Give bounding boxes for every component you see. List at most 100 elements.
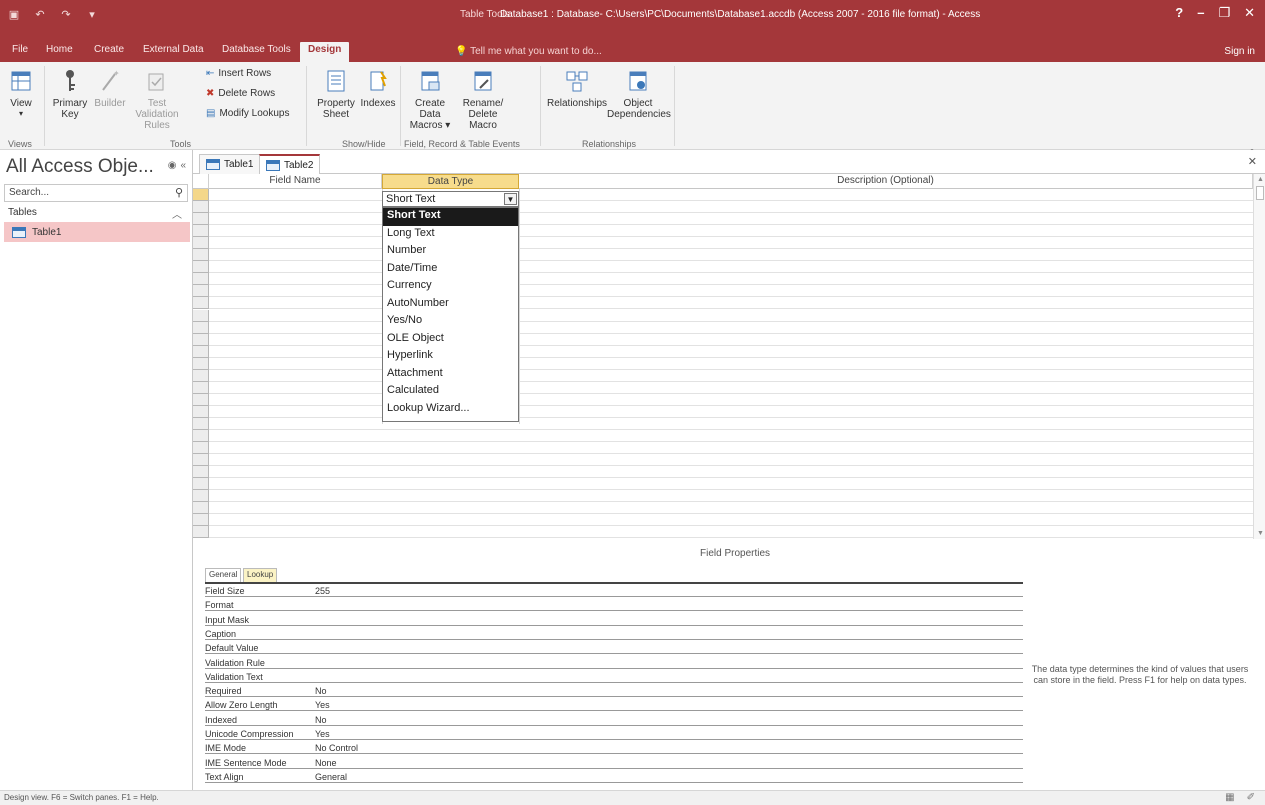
- grid-row[interactable]: [193, 405, 1253, 418]
- data-type-option[interactable]: Calculated: [383, 383, 518, 401]
- tab-design[interactable]: Design: [300, 42, 350, 62]
- row-selector[interactable]: [193, 381, 209, 394]
- field-property-value[interactable]: No: [315, 686, 327, 696]
- rename-delete-macro-button[interactable]: Rename/ Delete Macro: [456, 68, 510, 131]
- field-property-row[interactable]: Caption: [205, 629, 1023, 640]
- row-selector[interactable]: [193, 321, 209, 334]
- data-type-option[interactable]: Hyperlink: [383, 348, 518, 366]
- row-selector[interactable]: [193, 490, 209, 503]
- row-selector[interactable]: [193, 369, 209, 382]
- design-view-icon[interactable]: ✐: [1247, 792, 1255, 803]
- scroll-thumb[interactable]: [1256, 186, 1264, 200]
- scroll-up-icon[interactable]: ▲: [1257, 176, 1264, 183]
- grid-row[interactable]: [193, 466, 1253, 479]
- row-selector[interactable]: [193, 285, 209, 298]
- row-selector[interactable]: [193, 514, 209, 527]
- redo-icon[interactable]: ↷: [58, 6, 74, 22]
- grid-vertical-scrollbar[interactable]: ▲ ▼: [1253, 174, 1265, 539]
- row-selector[interactable]: [193, 442, 209, 455]
- grid-row[interactable]: [193, 225, 1253, 238]
- data-type-option[interactable]: Currency: [383, 278, 518, 296]
- grid-row[interactable]: [193, 333, 1253, 346]
- field-property-row[interactable]: Indexed No: [205, 715, 1023, 726]
- grid-row[interactable]: [193, 381, 1253, 394]
- minimize-button[interactable]: –: [1197, 5, 1204, 21]
- search-icon[interactable]: ⚲: [175, 186, 183, 199]
- customize-qat-icon[interactable]: ▾: [84, 6, 100, 22]
- grid-row[interactable]: [193, 201, 1253, 214]
- grid-row[interactable]: [193, 261, 1253, 274]
- doc-tab-table2[interactable]: Table2: [259, 154, 321, 174]
- row-selector[interactable]: [193, 357, 209, 370]
- field-property-row[interactable]: Field Size 255: [205, 586, 1023, 597]
- data-type-option[interactable]: Yes/No: [383, 313, 518, 331]
- grid-row[interactable]: [193, 189, 1253, 201]
- dropdown-arrow-icon[interactable]: ▼: [504, 193, 517, 205]
- data-type-option[interactable]: Long Text: [383, 226, 518, 244]
- modify-lookups-button[interactable]: ▤ Modify Lookups: [206, 108, 290, 119]
- tab-lookup[interactable]: Lookup: [243, 568, 278, 582]
- data-type-option[interactable]: OLE Object: [383, 331, 518, 349]
- data-type-option[interactable]: AutoNumber: [383, 296, 518, 314]
- insert-rows-button[interactable]: ⇤ Insert Rows: [206, 68, 271, 79]
- data-type-option[interactable]: Date/Time: [383, 261, 518, 279]
- builder-button[interactable]: ✦ Builder: [92, 68, 128, 109]
- tell-me-box[interactable]: 💡 Tell me what you want to do...: [455, 46, 602, 57]
- relationships-button[interactable]: Relationships: [547, 68, 607, 109]
- row-selector[interactable]: [193, 405, 209, 418]
- restore-button[interactable]: ❐: [1218, 5, 1230, 21]
- grid-row[interactable]: [193, 249, 1253, 262]
- row-selector[interactable]: [193, 225, 209, 238]
- close-button[interactable]: ✕: [1244, 5, 1255, 21]
- tab-create[interactable]: Create: [94, 42, 124, 62]
- tab-database-tools[interactable]: Database Tools: [222, 42, 291, 62]
- row-selector[interactable]: [193, 213, 209, 226]
- save-icon[interactable]: ▣: [6, 6, 22, 22]
- nav-search-input[interactable]: Search... ⚲: [4, 184, 188, 202]
- field-property-value[interactable]: Yes: [315, 729, 330, 739]
- datasheet-view-icon[interactable]: ▦: [1225, 792, 1234, 803]
- row-selector[interactable]: [193, 478, 209, 491]
- field-property-row[interactable]: Default Value: [205, 643, 1023, 655]
- scroll-down-icon[interactable]: ▼: [1257, 530, 1264, 537]
- indexes-button[interactable]: Indexes: [360, 68, 396, 109]
- nav-group-tables[interactable]: Tables ︿: [4, 205, 188, 221]
- grid-row[interactable]: [193, 273, 1253, 286]
- sign-in-link[interactable]: Sign in: [1224, 46, 1255, 57]
- shutter-bar-icon[interactable]: «: [180, 160, 186, 171]
- tab-home[interactable]: Home: [46, 42, 73, 62]
- row-selector[interactable]: [193, 189, 209, 201]
- row-selector[interactable]: [193, 454, 209, 467]
- field-property-row[interactable]: Required No: [205, 686, 1023, 698]
- undo-icon[interactable]: ↶: [32, 6, 48, 22]
- field-property-row[interactable]: Format: [205, 600, 1023, 612]
- grid-row[interactable]: [193, 357, 1253, 370]
- row-selector[interactable]: [193, 333, 209, 346]
- grid-row[interactable]: [193, 490, 1253, 503]
- tab-general[interactable]: General: [205, 568, 242, 582]
- nav-pane-title[interactable]: All Access Obje...: [6, 156, 154, 178]
- field-property-value[interactable]: General: [315, 772, 347, 782]
- nav-item-table1[interactable]: Table1: [4, 222, 190, 242]
- field-property-row[interactable]: Text Align General: [205, 772, 1023, 783]
- grid-row[interactable]: [193, 297, 1253, 310]
- field-property-row[interactable]: Validation Rule: [205, 658, 1023, 669]
- field-property-value[interactable]: None: [315, 758, 337, 768]
- row-selector[interactable]: [193, 309, 209, 322]
- grid-row[interactable]: [193, 526, 1253, 539]
- row-selector[interactable]: [193, 502, 209, 515]
- grid-row[interactable]: [193, 417, 1253, 430]
- grid-row[interactable]: [193, 514, 1253, 527]
- data-type-option[interactable]: Attachment: [383, 366, 518, 384]
- row-selector[interactable]: [193, 430, 209, 442]
- field-property-row[interactable]: Allow Zero Length Yes: [205, 700, 1023, 712]
- property-sheet-button[interactable]: Property Sheet: [312, 68, 360, 120]
- grid-row[interactable]: [193, 237, 1253, 250]
- test-validation-button[interactable]: Test Validation Rules: [128, 68, 186, 131]
- data-type-option[interactable]: Short Text: [383, 208, 518, 226]
- data-type-combo[interactable]: Short Text ▼: [382, 191, 519, 207]
- field-property-row[interactable]: Input Mask: [205, 615, 1023, 626]
- object-dependencies-button[interactable]: Object Dependencies: [606, 68, 671, 120]
- field-property-value[interactable]: 255: [315, 586, 330, 596]
- grid-row[interactable]: [193, 213, 1253, 226]
